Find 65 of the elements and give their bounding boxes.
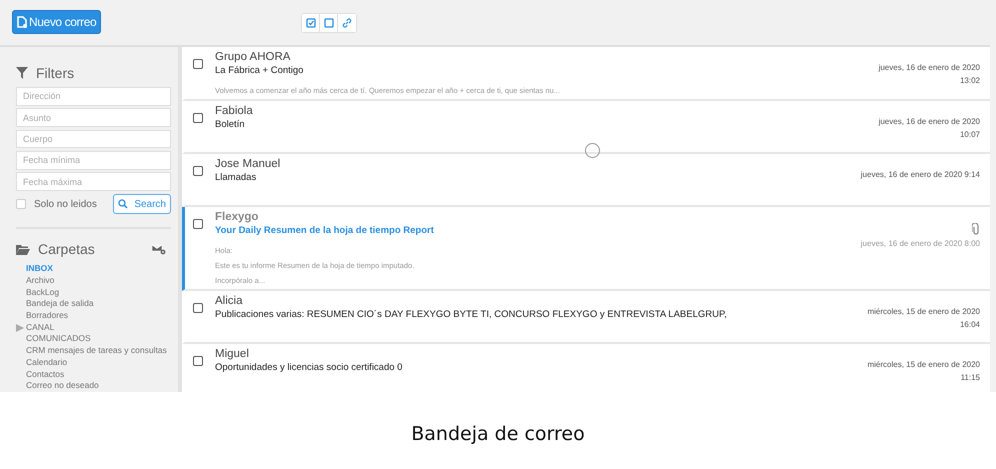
folder-item[interactable]: Correo no deseado — [16, 380, 170, 392]
caption: Bandeja de correo — [410, 422, 586, 446]
filter-field[interactable]: Dirección — [16, 87, 171, 106]
mail-date: jueves, 16 de enero de 2020 — [878, 117, 980, 126]
link-icon — [342, 18, 352, 28]
mail-subject: Your Daily Resumen de la hoja de tiempo Report — [215, 225, 435, 236]
folder-item[interactable]: CANAL — [16, 322, 170, 334]
folder-item[interactable]: BackLog — [16, 286, 170, 298]
mail-sender: Miguel — [215, 348, 250, 360]
search-icon — [118, 199, 128, 210]
unread-only-label: Solo no leidos — [34, 198, 98, 210]
select-all-button[interactable] — [302, 14, 320, 32]
mail-row[interactable]: Alicia Publicaciones varias: RESUMEN CIO´s DAY FLEXYGO BYTE TI, CONCURSO FLEXYGO y ENTREVISTA LABELGRUP, miércoles, 15 de enero de 2020 16:04 — [182, 291, 990, 344]
mail-date: jueves, 16 de enero de 2020 8:00 — [860, 239, 980, 248]
mail-date: 11:15 — [960, 373, 980, 382]
folder-item[interactable]: Calendario — [16, 356, 170, 369]
filter-field[interactable]: Cuerpo — [16, 130, 171, 148]
new-document-icon — [17, 16, 27, 28]
mail-date: 13:02 — [960, 76, 980, 85]
mail-date: miércoles, 15 de enero de 2020 — [867, 360, 980, 369]
mail-row[interactable]: Miguel Oportunidades y licencias socio certificado 0 miércoles, 15 de enero de 2020 11:15 — [182, 344, 990, 392]
mail-checkbox[interactable] — [193, 113, 203, 123]
mail-date: jueves, 16 de enero de 2020 — [878, 63, 980, 72]
loading-spinner-icon — [585, 143, 600, 158]
mail-sender: Alicia — [215, 295, 244, 307]
checked-box-icon — [306, 18, 316, 28]
mail-subject: Publicaciones varias: RESUMEN CIO´s DAY FLEXYGO BYTE TI, CONCURSO FLEXYGO y ENTREVISTA LABELGRUP, — [215, 309, 728, 320]
filter-field[interactable]: Fecha mínima — [16, 150, 171, 170]
mail-date: 16:04 — [960, 320, 980, 329]
folder-item[interactable]: Contactos — [16, 368, 170, 380]
filters-title: Filters — [36, 65, 74, 81]
folder-item[interactable]: COMUNICADOS — [16, 333, 170, 346]
mail-checkbox[interactable] — [193, 219, 203, 229]
mail-subject: La Fábrica + Contigo — [215, 65, 304, 76]
mail-date: miércoles, 15 de enero de 2020 — [867, 307, 980, 316]
folder-item[interactable]: INBOX — [16, 263, 170, 275]
mail-settings-icon[interactable] — [152, 244, 166, 255]
mail-checkbox[interactable] — [193, 166, 203, 176]
empty-box-icon — [324, 18, 334, 28]
mail-sender: Grupo AHORA — [215, 51, 292, 63]
mail-subject: Boletín — [215, 119, 246, 130]
mail-sender: Flexygo — [215, 211, 260, 223]
mail-checkbox[interactable] — [193, 59, 203, 69]
filter-field[interactable]: Asunto — [16, 108, 171, 128]
search-button[interactable]: Search — [113, 194, 171, 214]
folder-item[interactable]: CRM mensajes de tareas y consultas — [16, 345, 170, 357]
mail-checkbox[interactable] — [193, 356, 203, 366]
filter-field[interactable]: Fecha máxima — [16, 172, 171, 191]
folder-item[interactable]: Borradores — [16, 310, 170, 322]
folder-icon — [16, 244, 30, 255]
unread-only-checkbox[interactable] — [16, 199, 26, 210]
folders-title: Carpetas — [38, 241, 95, 258]
folder-item[interactable]: Archivo — [16, 274, 170, 287]
mail-checkbox[interactable] — [193, 303, 203, 313]
mail-date: 10:07 — [960, 130, 980, 139]
mail-sender: Fabiola — [215, 105, 254, 117]
new-mail-button[interactable]: Nuevo correo — [12, 10, 102, 34]
folder-item[interactable]: Bandeja de salida — [16, 298, 170, 310]
mail-date: jueves, 16 de enero de 2020 9:14 — [860, 170, 980, 179]
filter-icon — [16, 67, 28, 79]
mail-subject: Oportunidades y licencias socio certificado 0 — [215, 362, 404, 373]
mail-sender: Jose Manuel — [215, 158, 282, 170]
mail-row[interactable]: Jose Manuel Llamadas jueves, 16 de enero de 2020 9:14 — [182, 154, 990, 207]
mail-row[interactable]: Fabiola Boletín jueves, 16 de enero de 2020 10:07 — [182, 101, 990, 154]
mail-subject: Llamadas — [215, 172, 258, 183]
